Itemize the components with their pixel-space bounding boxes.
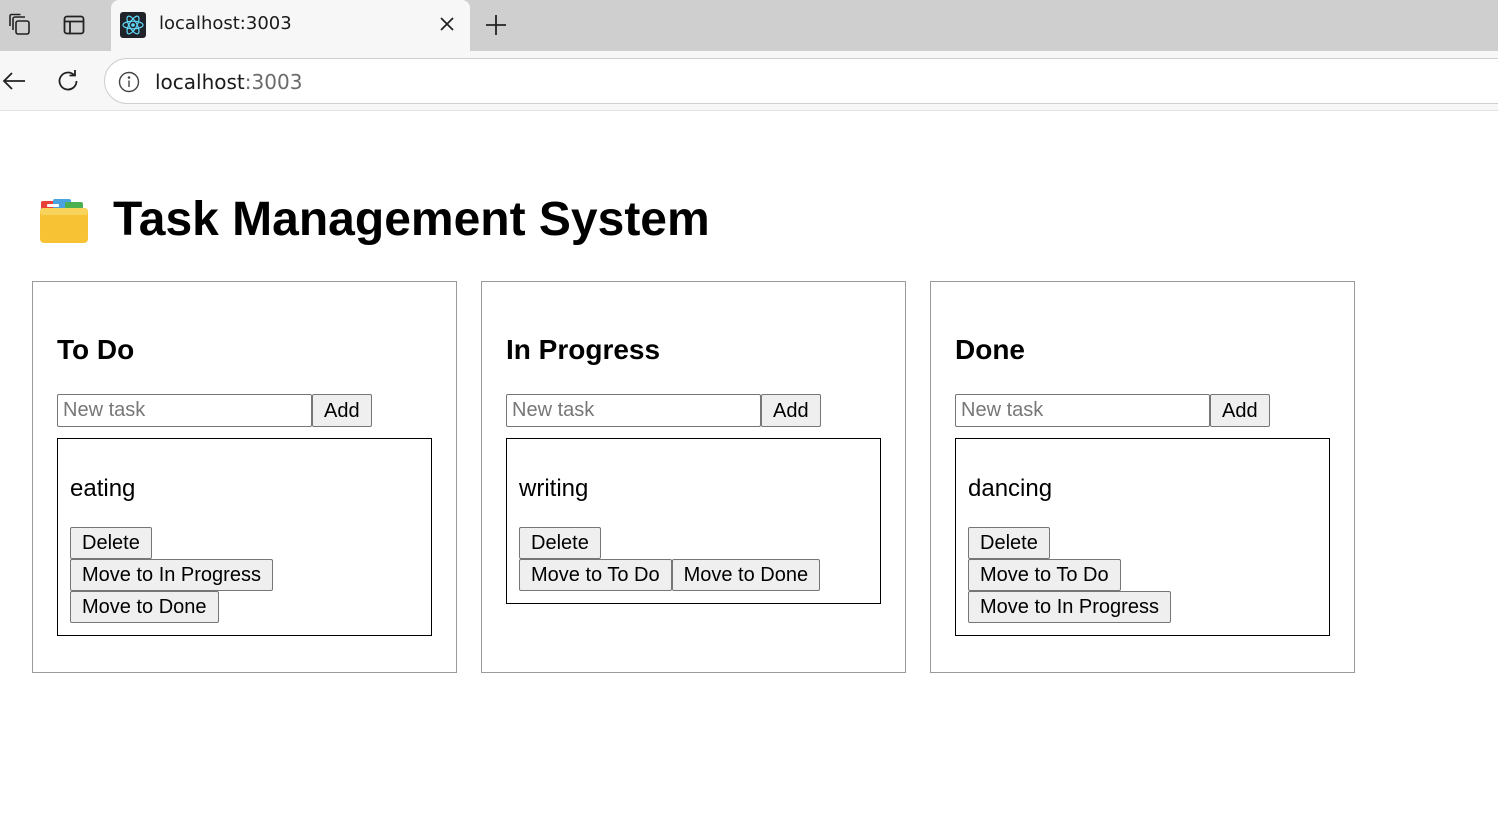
delete-task-button[interactable]: Delete [519,527,601,559]
column-done: Done Add dancing Delete Move to To Do Mo… [930,281,1355,673]
task-actions: Delete Move to To Do Move to In Progress [968,527,1228,623]
task-name: writing [519,475,589,502]
address-bar[interactable]: localhost:3003 [104,58,1498,104]
delete-task-button[interactable]: Delete [968,527,1050,559]
site-info-icon[interactable] [117,70,141,94]
task-actions: Delete Move to In Progress Move to Done [70,527,330,623]
new-task-input[interactable] [57,394,312,427]
task-card: dancing Delete Move to To Do Move to In … [955,438,1330,636]
move-to-to-do-button[interactable]: Move to To Do [968,559,1121,591]
url-text: localhost:3003 [155,70,302,94]
browser-tab-bar: localhost:3003 [0,0,1498,51]
column-title: In Progress [506,334,661,365]
add-task-button[interactable]: Add [312,394,372,427]
move-to-in-progress-button[interactable]: Move to In Progress [968,591,1171,623]
url-port: :3003 [244,70,303,94]
column-title: To Do [57,334,135,365]
add-task-button[interactable]: Add [761,394,821,427]
task-name: eating [70,475,136,502]
close-icon[interactable] [436,13,458,35]
url-host: localhost [155,70,245,94]
page-title-text: Task Management System [113,193,710,246]
task-actions: Delete Move to To Do Move to Done [519,527,839,591]
refresh-icon[interactable] [54,67,82,95]
workspaces-icon[interactable] [6,11,34,39]
add-task-row: Add [506,394,881,427]
active-tab[interactable]: localhost:3003 [111,0,470,51]
back-icon[interactable] [0,67,28,95]
column-title: Done [955,334,1025,365]
new-task-input[interactable] [955,394,1210,427]
delete-task-button[interactable]: Delete [70,527,152,559]
add-task-row: Add [955,394,1330,427]
task-name: dancing [968,475,1053,502]
new-tab-icon[interactable] [482,11,510,39]
tab-title: localhost:3003 [159,13,292,34]
add-task-button[interactable]: Add [1210,394,1270,427]
new-task-input[interactable] [506,394,761,427]
move-to-to-do-button[interactable]: Move to To Do [519,559,672,591]
add-task-row: Add [57,394,432,427]
page-title: Task Management System [37,190,710,250]
task-card: writing Delete Move to To Do Move to Done [506,438,881,604]
card-index-dividers-icon [37,195,91,245]
tab-actions-icon[interactable] [60,11,88,39]
react-favicon-icon [120,12,146,38]
column-in-progress: In Progress Add writing Delete Move to T… [481,281,906,673]
browser-nav-bar: localhost:3003 [0,51,1498,111]
column-to-do: To Do Add eating Delete Move to In Progr… [32,281,457,673]
move-to-done-button[interactable]: Move to Done [671,559,821,591]
task-card: eating Delete Move to In Progress Move t… [57,438,432,636]
move-to-in-progress-button[interactable]: Move to In Progress [70,559,273,591]
move-to-done-button[interactable]: Move to Done [70,591,219,623]
